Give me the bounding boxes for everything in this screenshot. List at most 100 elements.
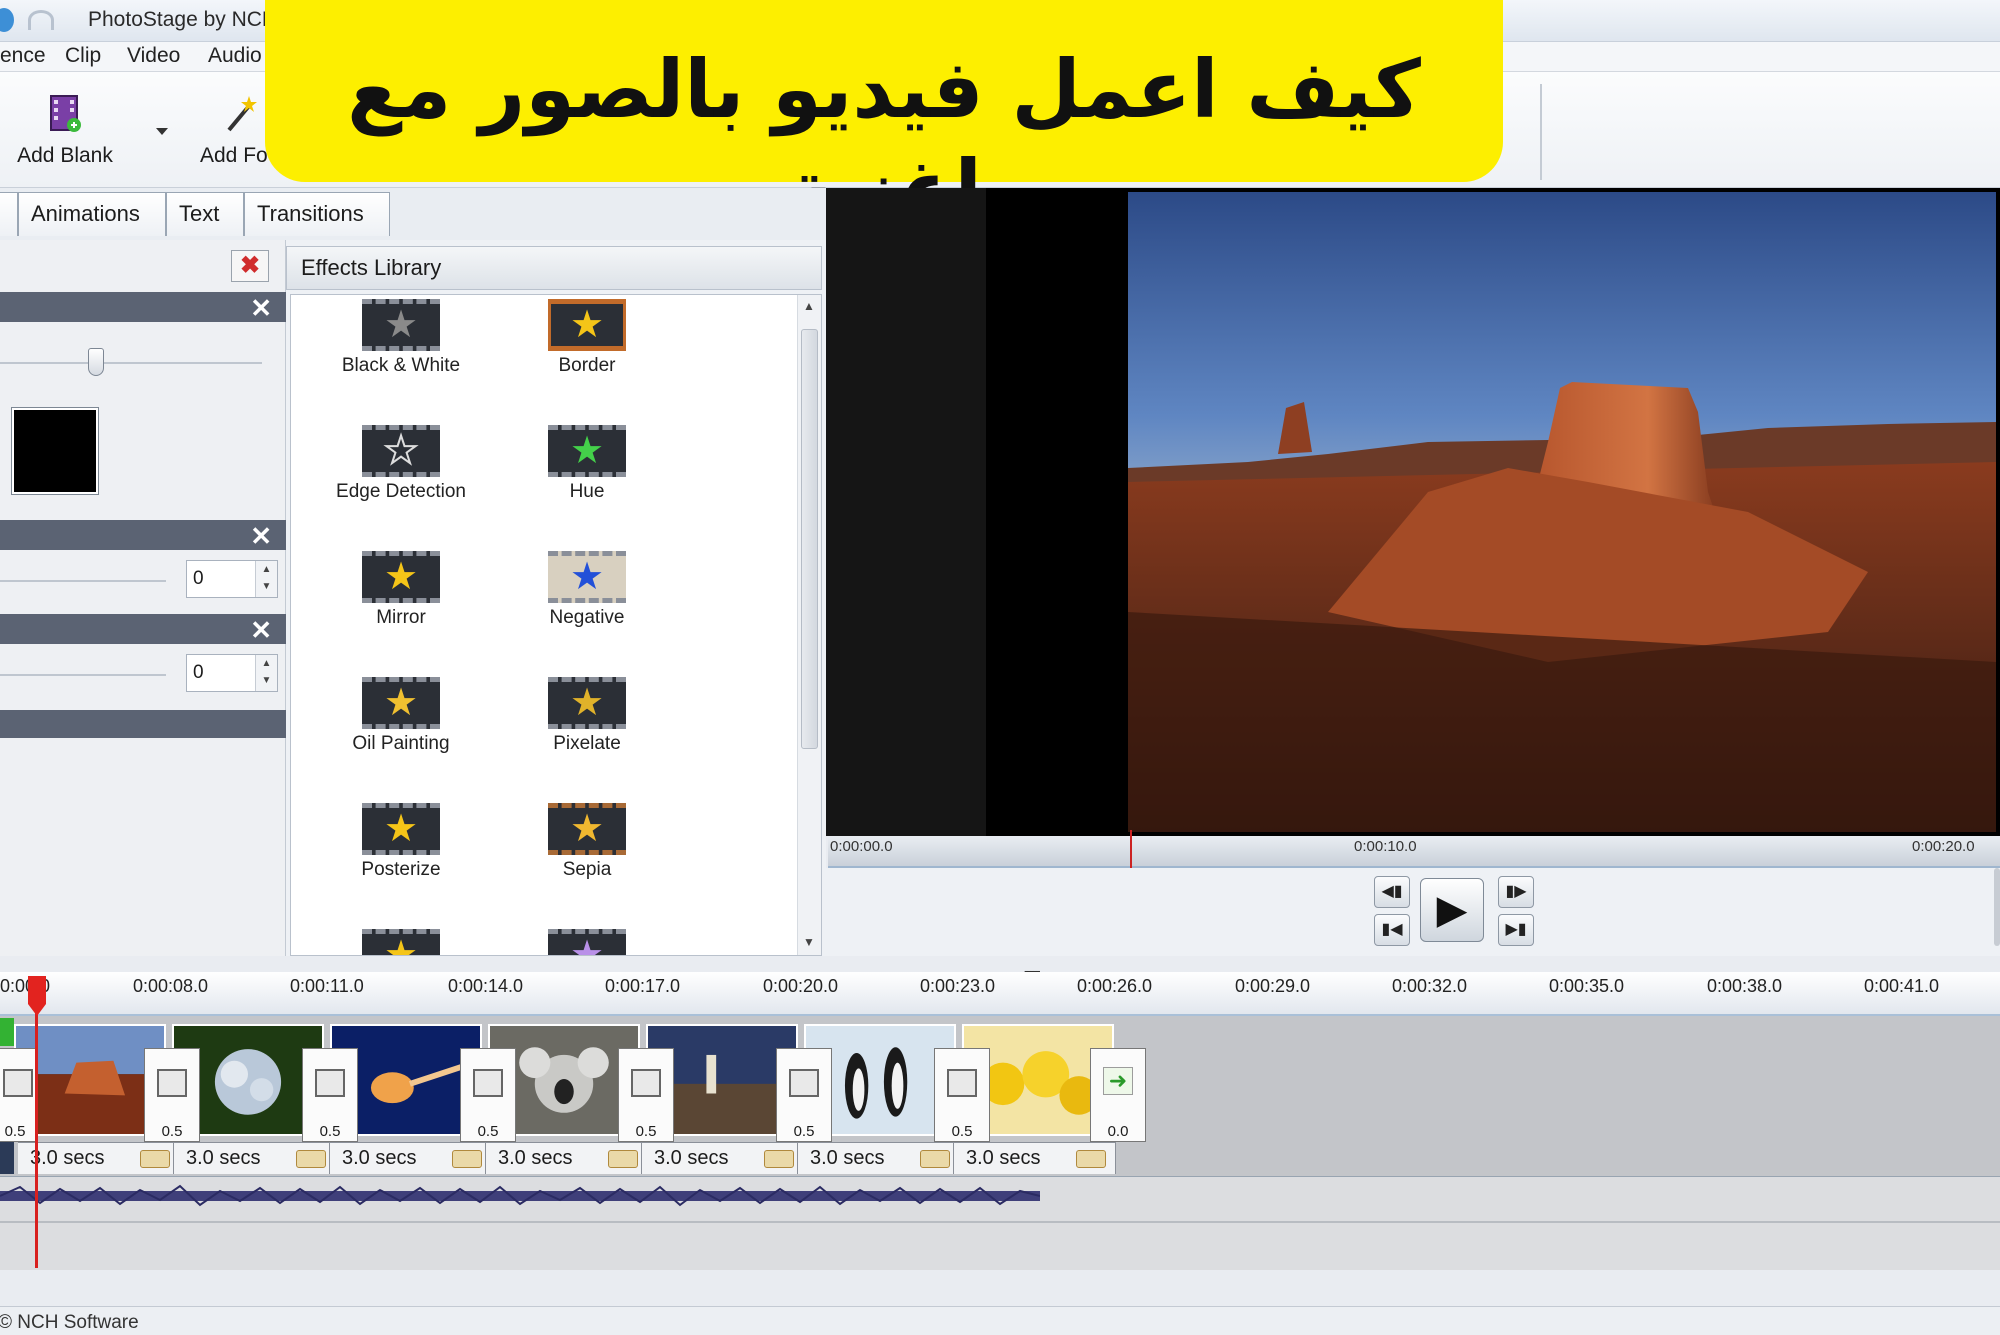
star-outline-icon: ★	[362, 425, 440, 477]
transition-box[interactable]: 0.5	[0, 1048, 36, 1142]
close-icon[interactable]: ✕	[250, 293, 272, 324]
timeline-tick: 0:00:20.0	[763, 976, 839, 996]
star-green-icon: ★	[548, 425, 626, 477]
effect-black-white[interactable]: ★ Black & White	[311, 299, 491, 409]
effect-label: Border	[558, 355, 616, 376]
effect-partial[interactable]: ★	[311, 929, 491, 955]
slide-duration[interactable]: 3.0 secs	[18, 1142, 174, 1174]
effects-list: ★ Black & White ★ Border ★ Edge Detectio…	[290, 294, 822, 956]
effect-label: Negative	[549, 607, 625, 628]
duration-text: 3.0 secs	[810, 1147, 885, 1169]
effect-partial[interactable]: ★	[497, 929, 677, 955]
transition-duration: 0.5	[319, 1123, 341, 1140]
magic-wand-icon	[227, 96, 257, 132]
filmstrip-icon[interactable]	[296, 1150, 326, 1168]
transition-duration: 0.5	[635, 1123, 657, 1140]
transition-icon	[947, 1069, 977, 1097]
filmstrip-icon[interactable]	[608, 1150, 638, 1168]
tab-transitions[interactable]: Transitions	[244, 192, 390, 236]
timeline-tick: 0:00:35.0	[1549, 976, 1625, 996]
timeline-ruler[interactable]: 0:00:0 0:00:08.0 0:00:11.0 0:00:14.0 0:0…	[0, 972, 2000, 1016]
filmstrip-icon[interactable]	[920, 1150, 950, 1168]
effect-edge-detection[interactable]: ★ Edge Detection	[311, 425, 491, 535]
transition-box[interactable]: 0.5	[460, 1048, 516, 1142]
duration-text: 3.0 secs	[966, 1147, 1041, 1169]
end-transition-box[interactable]: ➜ 0.0	[1090, 1048, 1146, 1142]
close-icon[interactable]: ✕	[250, 615, 272, 646]
play-icon[interactable]: ▶	[1420, 878, 1484, 942]
transition-box[interactable]: 0.5	[144, 1048, 200, 1142]
menu-clip[interactable]: Clip	[65, 44, 101, 68]
filmstrip-icon[interactable]	[140, 1150, 170, 1168]
add-blank-button[interactable]: Add Blank	[4, 72, 126, 188]
step-forward-icon[interactable]: ▮▶	[1498, 876, 1534, 908]
stepper-arrows-icon[interactable]: ▲ ▼	[255, 561, 277, 597]
menu-audio[interactable]: Audio	[208, 44, 262, 68]
effect-hue[interactable]: ★ Hue	[497, 425, 677, 535]
stepper-arrows-icon[interactable]: ▲ ▼	[255, 655, 277, 691]
effect-oil-painting[interactable]: ★ Oil Painting	[311, 677, 491, 787]
menu-sequence[interactable]: ence	[0, 44, 46, 68]
filmstrip-icon[interactable]	[1076, 1150, 1106, 1168]
effects-scrollbar[interactable]: ▲ ▼	[797, 295, 821, 955]
start-marker[interactable]	[0, 1018, 14, 1046]
star-border-icon: ★	[548, 299, 626, 351]
scrollbar-thumb[interactable]	[801, 329, 818, 749]
transition-box[interactable]: 0.5	[618, 1048, 674, 1142]
effect-border[interactable]: ★ Border	[497, 299, 677, 409]
menu-video[interactable]: Video	[127, 44, 180, 68]
filmstrip-icon[interactable]	[764, 1150, 794, 1168]
desert-thumbnail	[16, 1026, 164, 1134]
value-stepper[interactable]: 0 ▲ ▼	[186, 654, 278, 692]
timeline-tick: 0:00:26.0	[1077, 976, 1153, 996]
preview-playhead[interactable]	[1130, 830, 1132, 868]
timeline-tick: 0:00:17.0	[605, 976, 681, 996]
slider-track	[0, 362, 262, 364]
preview-ruler[interactable]: 0:00:00.0 0:00:10.0 0:00:20.0	[828, 830, 2000, 868]
slide-duration[interactable]: 3.0 secs	[486, 1142, 642, 1174]
tab-text[interactable]: Text	[166, 192, 244, 236]
undo-icon[interactable]	[28, 10, 54, 30]
effect-mirror[interactable]: ★ Mirror	[311, 551, 491, 661]
scroll-down-icon[interactable]: ▼	[798, 931, 820, 953]
close-icon[interactable]: ✕	[250, 521, 272, 552]
effect-negative[interactable]: ★ Negative	[497, 551, 677, 661]
transition-icon	[157, 1069, 187, 1097]
slide-duration[interactable]: 3.0 secs	[798, 1142, 954, 1174]
transition-duration: 0.5	[161, 1123, 183, 1140]
effect-pixelate[interactable]: ★ Pixelate	[497, 677, 677, 787]
tab-animations[interactable]: Animations	[18, 192, 166, 236]
transition-icon	[631, 1069, 661, 1097]
color-swatch[interactable]	[11, 407, 99, 495]
delete-effect-button[interactable]: ✖	[231, 250, 269, 282]
slider-handle[interactable]	[88, 348, 104, 376]
timeline-playhead[interactable]	[35, 978, 38, 1268]
chevron-down-icon[interactable]	[156, 128, 168, 135]
desert-preview-image	[1128, 192, 1996, 832]
tab-partial[interactable]	[0, 192, 18, 236]
slide-duration[interactable]: 3.0 secs	[330, 1142, 486, 1174]
timeline-tick: 0:00:11.0	[290, 976, 364, 996]
effect-label: Pixelate	[553, 733, 621, 754]
effect-sepia[interactable]: ★ Sepia	[497, 803, 677, 913]
app-icon[interactable]	[0, 8, 14, 32]
slide-duration[interactable]: 3.0 secs	[642, 1142, 798, 1174]
star-sepia-icon: ★	[548, 803, 626, 855]
transition-box[interactable]: 0.5	[776, 1048, 832, 1142]
scroll-up-icon[interactable]: ▲	[798, 295, 820, 317]
step-back-icon[interactable]: ◀▮	[1374, 876, 1410, 908]
slide-duration[interactable]: 3.0 secs	[954, 1142, 1116, 1174]
audio-track[interactable]	[0, 1176, 2000, 1270]
skip-to-start-icon[interactable]: ▮◀	[1374, 914, 1410, 946]
star-blue-icon: ★	[548, 551, 626, 603]
transition-box[interactable]: 0.5	[302, 1048, 358, 1142]
green-arrow-icon: ➜	[1103, 1067, 1133, 1095]
effect-label: Edge Detection	[336, 481, 466, 502]
effect-posterize[interactable]: ★ Posterize	[311, 803, 491, 913]
slide-duration[interactable]: 3.0 secs	[174, 1142, 330, 1174]
star-poster-icon: ★	[362, 803, 440, 855]
filmstrip-icon[interactable]	[452, 1150, 482, 1168]
skip-to-end-icon[interactable]: ▶▮	[1498, 914, 1534, 946]
value-stepper[interactable]: 0 ▲ ▼	[186, 560, 278, 598]
transition-box[interactable]: 0.5	[934, 1048, 990, 1142]
